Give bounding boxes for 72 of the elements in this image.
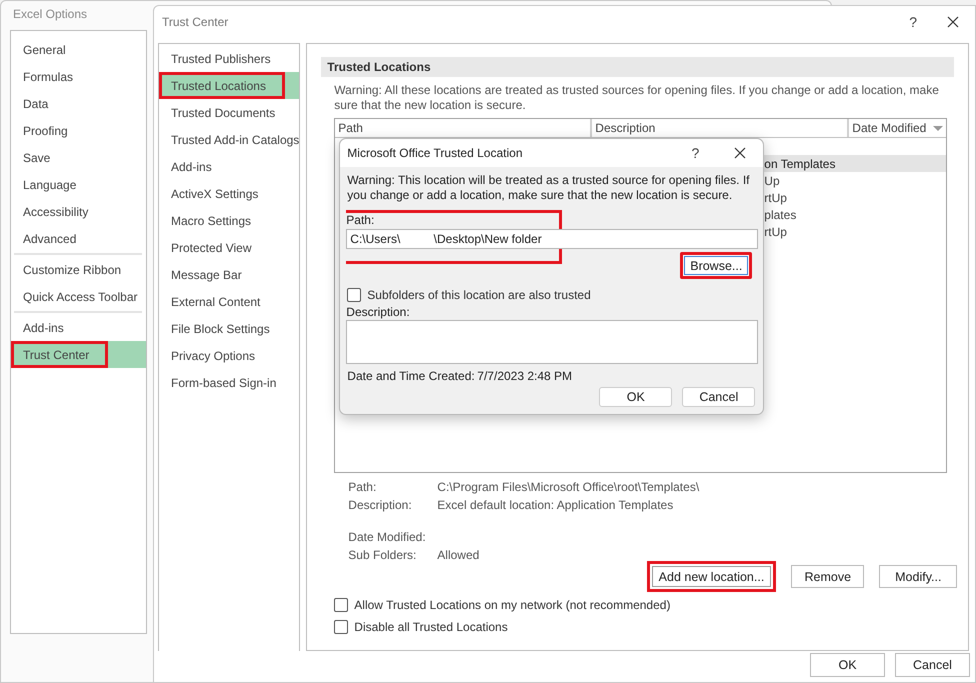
close-icon[interactable] <box>734 147 746 159</box>
nav-item[interactable]: Trusted Locations <box>159 72 300 99</box>
nav-item[interactable]: External Content <box>159 288 300 315</box>
sidebar-item[interactable]: General <box>11 36 146 63</box>
field-label: Path: <box>346 213 376 227</box>
detail-label: Sub Folders: <box>348 548 418 562</box>
window-title: Trust Center <box>162 15 230 29</box>
sidebar-item[interactable]: Data <box>11 90 146 117</box>
date-value: 7/7/2023 2:48 PM <box>477 369 572 383</box>
sidebar-item[interactable]: Accessibility <box>11 198 146 225</box>
sidebar-item[interactable]: Advanced <box>11 225 146 252</box>
column-header[interactable]: Path <box>335 119 590 137</box>
sidebar-item[interactable]: Add-ins <box>11 314 146 341</box>
column-header[interactable]: Description <box>592 119 848 137</box>
nav-item[interactable]: Trusted Add-in Catalogs <box>159 126 300 153</box>
action-button[interactable]: Modify... <box>879 565 958 588</box>
checkbox-label[interactable]: Allow Trusted Locations on my network (not recommended) <box>354 598 670 612</box>
description-field[interactable] <box>346 320 758 364</box>
field-label: Description: <box>346 305 411 319</box>
nav-item[interactable]: Form-based Sign-in <box>159 369 300 396</box>
detail-label: Date Modified: <box>348 530 427 544</box>
action-button[interactable]: Remove <box>791 565 864 588</box>
sidebar-item[interactable]: Language <box>11 171 146 198</box>
detail-label: Path: <box>348 480 378 494</box>
sidebar-item[interactable]: Save <box>11 144 146 171</box>
table-cell: on Templates <box>764 156 836 170</box>
checkbox-label[interactable]: Subfolders of this location are also trusted <box>367 288 591 302</box>
sidebar-item[interactable]: Quick Access Toolbar <box>11 283 146 310</box>
browse-button[interactable]: Browse... <box>680 252 752 279</box>
window-title: Excel Options <box>13 7 88 22</box>
nav-item[interactable]: Message Bar <box>159 261 300 288</box>
table-cell: Up <box>764 174 780 188</box>
table-cell: rtUp <box>764 224 787 238</box>
detail-label: Description: <box>348 498 413 512</box>
nav-item[interactable]: Add-ins <box>159 153 300 180</box>
warning-text: Warning: All these locations are treated as trusted sources for opening files. If you change or add a location, make sure that the new location is secure. <box>333 82 940 113</box>
checkbox[interactable] <box>347 288 362 302</box>
detail-value: Allowed <box>437 548 480 562</box>
checkbox[interactable] <box>334 598 348 612</box>
nav-item[interactable]: Privacy Options <box>159 342 300 369</box>
sidebar-item[interactable]: Trust Center <box>11 341 146 368</box>
nav-item[interactable]: File Block Settings <box>159 315 300 342</box>
nav-item[interactable]: ActiveX Settings <box>159 180 300 207</box>
sidebar-item[interactable]: Formulas <box>11 63 146 90</box>
dialog-button[interactable]: OK <box>810 653 885 677</box>
dropdown-arrow-icon[interactable] <box>933 126 944 130</box>
help-button[interactable]: ? <box>692 145 700 161</box>
checkbox-label[interactable]: Disable all Trusted Locations <box>354 620 508 634</box>
section-heading: Trusted Locations <box>321 57 954 77</box>
table-cell: plates <box>764 208 796 222</box>
detail-value: C:\Program Files\Microsoft Office\root\Templates\ <box>437 480 700 494</box>
close-icon[interactable] <box>947 16 959 28</box>
nav-item[interactable]: Trusted Documents <box>159 99 300 126</box>
action-button[interactable]: Add new location... <box>646 561 776 592</box>
dialog-title: Microsoft Office Trusted Location <box>347 146 524 160</box>
sidebar-item[interactable]: Proofing <box>11 117 146 144</box>
field-label: Date and Time Created: <box>347 369 476 383</box>
checkbox[interactable] <box>334 620 348 634</box>
sidebar-item[interactable]: Customize Ribbon <box>11 256 146 283</box>
help-button[interactable]: ? <box>909 14 917 30</box>
column-header[interactable]: Date Modified <box>849 119 946 137</box>
nav-item[interactable]: Trusted Publishers <box>159 45 300 72</box>
dialog-button[interactable]: OK <box>599 387 672 407</box>
path-field[interactable]: C:\Users\ \Desktop\New folder <box>346 229 758 249</box>
dialog-button[interactable]: Cancel <box>895 653 970 677</box>
dialog-button[interactable]: Cancel <box>682 387 756 407</box>
detail-value: Excel default location: Application Templates <box>437 498 674 512</box>
nav-item[interactable]: Protected View <box>159 234 300 261</box>
table-row[interactable]: on Templates <box>764 155 946 172</box>
nav-item[interactable]: Macro Settings <box>159 207 300 234</box>
warning-text: Warning: This location will be treated as a trusted source for opening files. If you change or add a location, make sure that the new location is secure. <box>346 173 751 203</box>
table-cell: rtUp <box>764 190 787 204</box>
